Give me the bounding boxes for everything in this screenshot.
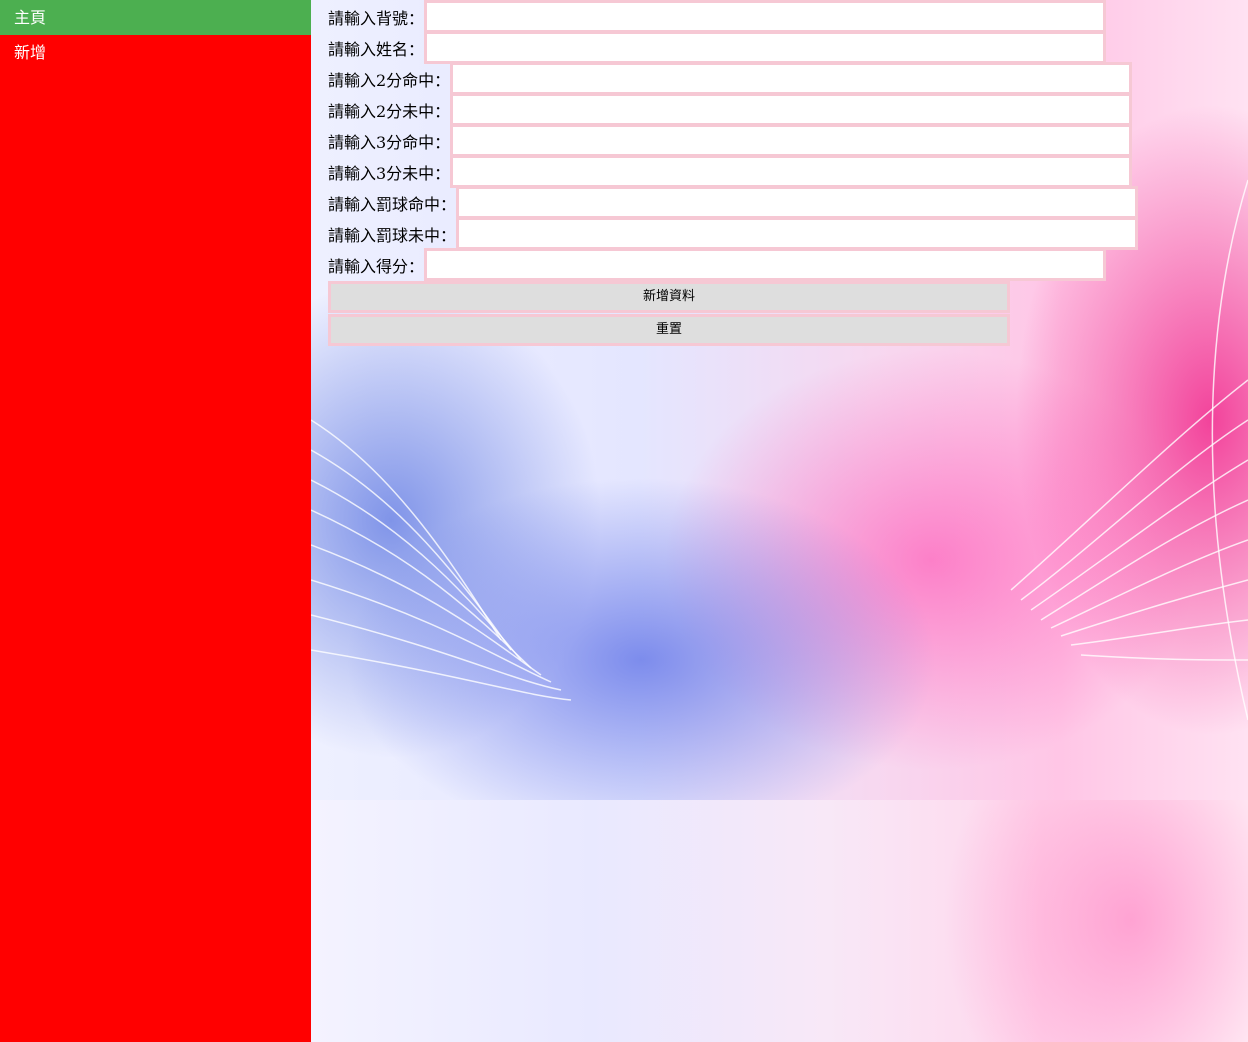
field-row-free-throw-made: 請輸入罰球命中： (328, 186, 1139, 219)
sidebar: 主頁 新增 (0, 0, 311, 1042)
free-throw-made-label: 請輸入罰球命中： (328, 194, 457, 214)
field-row-three-point-made: 請輸入3分命中： (328, 124, 1133, 157)
two-point-made-input[interactable] (450, 62, 1133, 95)
free-throw-made-input[interactable] (456, 186, 1139, 219)
free-throw-missed-label: 請輸入罰球未中： (328, 225, 457, 245)
name-label: 請輸入姓名： (328, 39, 425, 59)
three-point-missed-label: 請輸入3分未中： (328, 163, 451, 183)
field-row-name: 請輸入姓名： (328, 31, 1107, 64)
nav-item-home[interactable]: 主頁 (0, 0, 311, 35)
field-row-two-point-made: 請輸入2分命中： (328, 62, 1133, 95)
three-point-missed-input[interactable] (450, 155, 1133, 188)
three-point-made-input[interactable] (450, 124, 1133, 157)
jersey-number-input[interactable] (424, 0, 1107, 33)
two-point-made-label: 請輸入2分命中： (328, 70, 451, 90)
three-point-made-label: 請輸入3分命中： (328, 132, 451, 152)
points-label: 請輸入得分： (328, 256, 425, 276)
background-lower-band (311, 800, 1248, 1042)
nav-item-add[interactable]: 新增 (0, 35, 311, 70)
jersey-number-label: 請輸入背號： (328, 8, 425, 28)
add-data-button[interactable]: 新增資料 (328, 281, 1010, 313)
reset-button[interactable]: 重置 (328, 314, 1010, 346)
name-input[interactable] (424, 31, 1107, 64)
field-row-points: 請輸入得分： (328, 248, 1107, 281)
field-row-jersey-number: 請輸入背號： (328, 0, 1107, 33)
two-point-missed-label: 請輸入2分未中： (328, 101, 451, 121)
field-row-three-point-missed: 請輸入3分未中： (328, 155, 1133, 188)
field-row-two-point-missed: 請輸入2分未中： (328, 93, 1133, 126)
field-row-free-throw-missed: 請輸入罰球未中： (328, 217, 1139, 250)
points-input[interactable] (424, 248, 1107, 281)
two-point-missed-input[interactable] (450, 93, 1133, 126)
free-throw-missed-input[interactable] (456, 217, 1139, 250)
